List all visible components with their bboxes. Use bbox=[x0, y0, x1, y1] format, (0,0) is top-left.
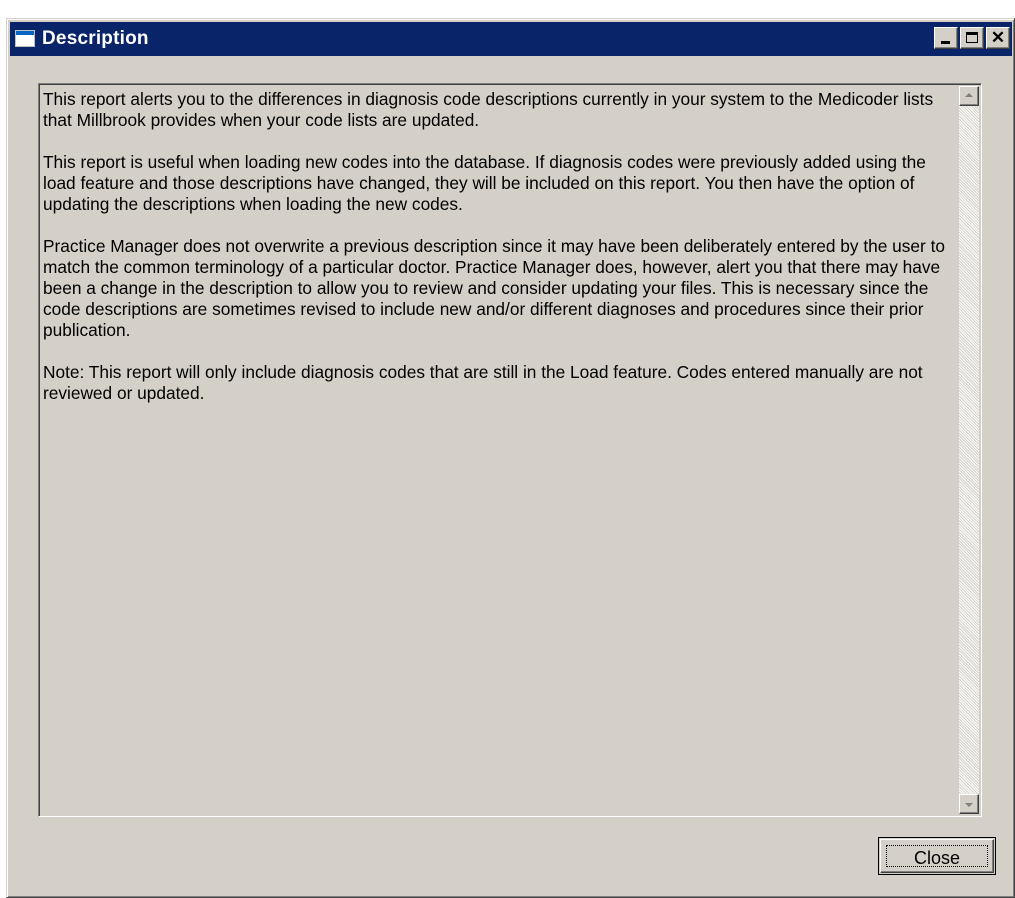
description-text-area[interactable]: This report alerts you to the difference… bbox=[38, 83, 982, 817]
close-icon: ✕ bbox=[990, 28, 1006, 47]
close-button[interactable]: Close bbox=[878, 837, 996, 875]
description-paragraph: This report alerts you to the difference… bbox=[43, 89, 934, 130]
maximize-button[interactable] bbox=[960, 27, 984, 49]
arrow-down-icon bbox=[965, 803, 973, 807]
scroll-up-button[interactable] bbox=[959, 86, 979, 106]
maximize-icon bbox=[966, 32, 978, 43]
close-window-button[interactable]: ✕ bbox=[986, 27, 1010, 49]
scroll-down-button[interactable] bbox=[959, 794, 979, 814]
description-text: This report alerts you to the difference… bbox=[43, 89, 953, 425]
description-paragraph: Practice Manager does not overwrite a pr… bbox=[43, 236, 946, 340]
window-icon bbox=[15, 30, 35, 47]
description-paragraph: Note: This report will only include diag… bbox=[43, 362, 923, 403]
title-bar[interactable]: Description ✕ bbox=[10, 22, 1012, 56]
description-paragraph: This report is useful when loading new c… bbox=[43, 152, 926, 214]
description-dialog: Description ✕ This report alerts you to … bbox=[6, 18, 1015, 898]
arrow-up-icon bbox=[965, 93, 973, 97]
close-button-label: Close bbox=[886, 845, 988, 868]
vertical-scrollbar[interactable] bbox=[959, 86, 979, 814]
minimize-icon bbox=[941, 41, 950, 44]
minimize-button[interactable] bbox=[934, 27, 958, 49]
window-title: Description bbox=[42, 28, 149, 49]
